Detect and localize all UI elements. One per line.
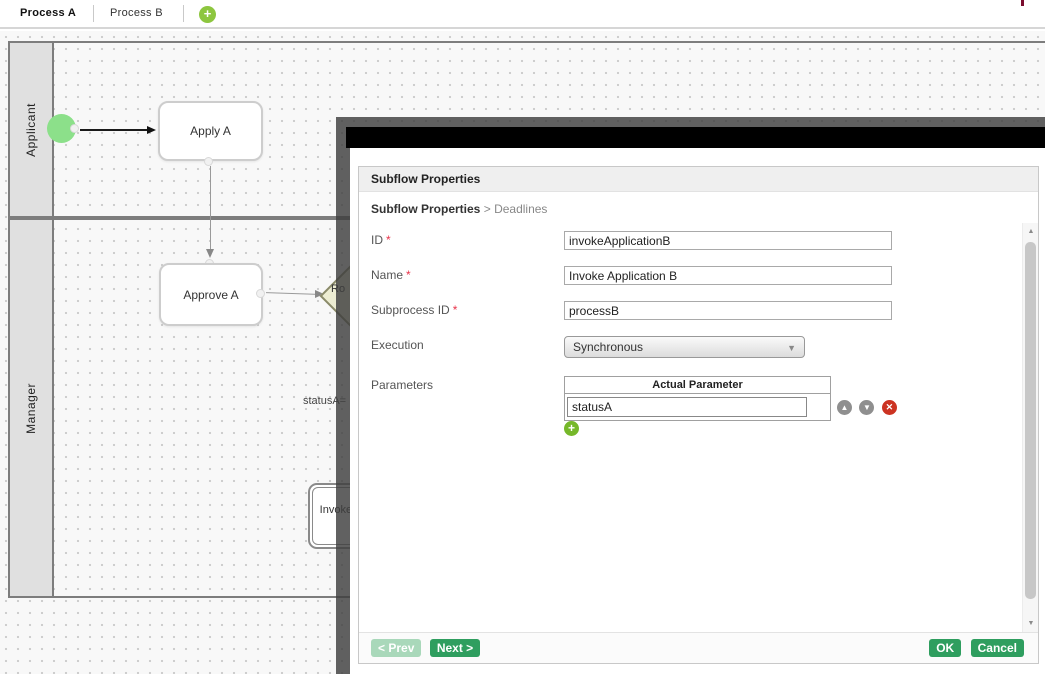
clipped-toolbar-artifact bbox=[1021, 0, 1024, 6]
name-input[interactable] bbox=[564, 266, 892, 285]
parameters-grid-row bbox=[565, 394, 830, 420]
required-asterisk: * bbox=[453, 303, 458, 317]
task-label: Approve A bbox=[183, 288, 238, 302]
breadcrumb: Subflow Properties > Deadlines bbox=[371, 202, 547, 216]
chevron-down-icon: ▼ bbox=[787, 337, 796, 359]
field-row-subprocess-id: Subprocess ID* bbox=[359, 301, 1038, 325]
required-asterisk: * bbox=[406, 268, 411, 282]
parameter-row-actions: ▲ ▼ ✕ bbox=[837, 399, 900, 417]
add-parameter-button[interactable]: + bbox=[564, 421, 579, 436]
field-row-parameters: Parameters Actual Parameter ▲ ▼ ✕ + bbox=[359, 376, 1038, 440]
required-asterisk: * bbox=[386, 233, 391, 247]
id-label: ID* bbox=[371, 233, 391, 247]
delete-row-icon[interactable]: ✕ bbox=[882, 400, 897, 415]
field-row-name: Name* bbox=[359, 266, 1038, 290]
connection-dot bbox=[256, 289, 265, 298]
wizard-nav-buttons: < Prev Next > bbox=[371, 639, 484, 657]
execution-select[interactable]: Synchronous ▼ bbox=[564, 336, 805, 358]
tab-separator bbox=[93, 5, 94, 22]
tab-process-a[interactable]: Process A bbox=[20, 7, 76, 19]
task-approve-a[interactable]: Approve A bbox=[159, 263, 263, 326]
confirm-buttons: OK Cancel bbox=[924, 639, 1024, 657]
move-up-icon[interactable]: ▲ bbox=[837, 400, 852, 415]
prev-button[interactable]: < Prev bbox=[371, 639, 421, 657]
subprocess-id-label: Subprocess ID* bbox=[371, 303, 457, 317]
process-tabbar: Process A Process B + bbox=[0, 0, 1045, 29]
connection-dot bbox=[204, 157, 213, 166]
app-window: Process A Process B + Applicant Manager … bbox=[0, 0, 1045, 674]
connection-dot bbox=[70, 124, 79, 133]
ok-button[interactable]: OK bbox=[929, 639, 961, 657]
tab-process-b[interactable]: Process B bbox=[110, 7, 163, 19]
panel-title: Subflow Properties bbox=[359, 167, 1038, 192]
field-row-id: ID* bbox=[359, 231, 1038, 255]
scroll-down-icon[interactable]: ▼ bbox=[1023, 617, 1039, 631]
id-input[interactable] bbox=[564, 231, 892, 250]
scroll-up-icon[interactable]: ▲ bbox=[1023, 225, 1039, 239]
tab-separator bbox=[183, 5, 184, 22]
breadcrumb-separator: > bbox=[484, 202, 491, 216]
parameters-grid: Actual Parameter bbox=[564, 376, 831, 421]
execution-label: Execution bbox=[371, 338, 424, 352]
parameter-input[interactable] bbox=[567, 397, 807, 417]
add-process-button[interactable]: + bbox=[199, 6, 216, 23]
flow-edge-start-apply bbox=[80, 129, 148, 131]
arrowhead-icon bbox=[206, 249, 214, 258]
name-label: Name* bbox=[371, 268, 411, 282]
breadcrumb-section: Deadlines bbox=[494, 202, 547, 216]
cancel-button[interactable]: Cancel bbox=[971, 639, 1024, 657]
flow-edge-apply-approve bbox=[210, 166, 211, 250]
field-row-execution: Execution Synchronous ▼ bbox=[359, 336, 1038, 360]
lane-label: Applicant bbox=[24, 103, 38, 157]
next-button[interactable]: Next > bbox=[430, 639, 480, 657]
scrollbar-thumb[interactable] bbox=[1025, 242, 1036, 599]
plus-icon: + bbox=[204, 6, 212, 21]
lane-label: Manager bbox=[24, 383, 38, 434]
arrowhead-icon bbox=[147, 126, 156, 134]
breadcrumb-current: Subflow Properties bbox=[371, 202, 480, 216]
subflow-properties-panel: Subflow Properties Subflow Properties > … bbox=[358, 166, 1039, 664]
parameters-label: Parameters bbox=[371, 378, 433, 392]
subprocess-id-input[interactable] bbox=[564, 301, 892, 320]
dialog-footer: < Prev Next > OK Cancel bbox=[359, 632, 1038, 663]
dialog-titlebar bbox=[346, 127, 1045, 148]
move-down-icon[interactable]: ▼ bbox=[859, 400, 874, 415]
lane-header-manager[interactable]: Manager bbox=[10, 220, 54, 596]
task-label: Apply A bbox=[190, 124, 231, 138]
parameters-grid-header: Actual Parameter bbox=[565, 377, 830, 394]
task-apply-a[interactable]: Apply A bbox=[158, 101, 263, 161]
dialog-scrollbar[interactable]: ▲ ▼ bbox=[1022, 223, 1038, 633]
execution-selected-value: Synchronous bbox=[573, 340, 643, 354]
